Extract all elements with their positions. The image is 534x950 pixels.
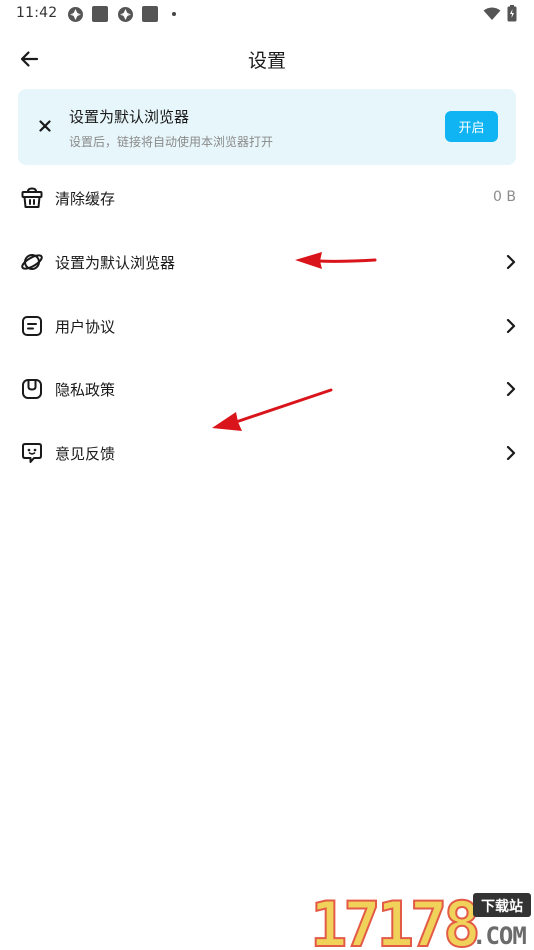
chevron-right-icon xyxy=(506,445,516,461)
app-notification-icon xyxy=(68,7,83,22)
settings-item-label: 隐私政策 xyxy=(55,381,116,399)
square-notification-icon xyxy=(92,6,108,22)
banner-title: 设置为默认浏览器 xyxy=(69,108,190,126)
chevron-right-icon xyxy=(506,381,516,397)
enable-default-browser-button[interactable]: 开启 xyxy=(445,111,498,142)
watermark-domain: .COM xyxy=(472,922,526,950)
header: 设置 xyxy=(0,36,534,80)
banner-subtitle: 设置后，链接将自动使用本浏览器打开 xyxy=(69,135,274,149)
page-title: 设置 xyxy=(247,50,286,72)
feedback-icon xyxy=(22,443,42,463)
status-bar: 11:42 xyxy=(0,0,534,28)
settings-screen: 11:42 设置 设置为默认浏览器 设置后，链接将自动使用本浏览器打开 开启 清… xyxy=(0,0,534,950)
app-notification-icon xyxy=(118,7,133,22)
watermark-badge: 下载站 xyxy=(481,898,523,915)
wifi-icon xyxy=(483,7,501,20)
more-notifications-dot xyxy=(172,12,176,16)
settings-item-clear-cache[interactable]: 清除缓存 0 B xyxy=(0,170,534,226)
site-watermark: 17178 下载站 .COM xyxy=(309,887,531,950)
settings-item-user-agreement[interactable]: 用户协议 xyxy=(0,298,534,354)
square-notification-icon xyxy=(142,6,158,22)
chevron-right-icon xyxy=(506,318,516,334)
close-icon xyxy=(39,120,51,132)
planet-icon xyxy=(21,254,43,270)
battery-icon xyxy=(507,5,517,22)
settings-item-feedback[interactable]: 意见反馈 xyxy=(0,425,534,481)
settings-item-privacy-policy[interactable]: 隐私政策 xyxy=(0,361,534,417)
settings-item-label: 用户协议 xyxy=(55,318,116,336)
status-time: 11:42 xyxy=(16,5,58,21)
default-browser-banner: 设置为默认浏览器 设置后，链接将自动使用本浏览器打开 开启 xyxy=(18,89,516,165)
document-icon xyxy=(22,316,42,336)
chevron-right-icon xyxy=(506,254,516,270)
banner-close-button[interactable] xyxy=(34,115,56,137)
settings-item-default-browser[interactable]: 设置为默认浏览器 xyxy=(0,234,534,290)
settings-item-label: 设置为默认浏览器 xyxy=(55,254,176,272)
privacy-icon xyxy=(22,379,42,399)
watermark-number: 17178 xyxy=(310,888,477,950)
settings-item-label: 清除缓存 xyxy=(55,190,116,208)
settings-item-label: 意见反馈 xyxy=(55,445,116,463)
cache-size-value: 0 B xyxy=(493,189,516,205)
basket-icon xyxy=(21,187,43,208)
